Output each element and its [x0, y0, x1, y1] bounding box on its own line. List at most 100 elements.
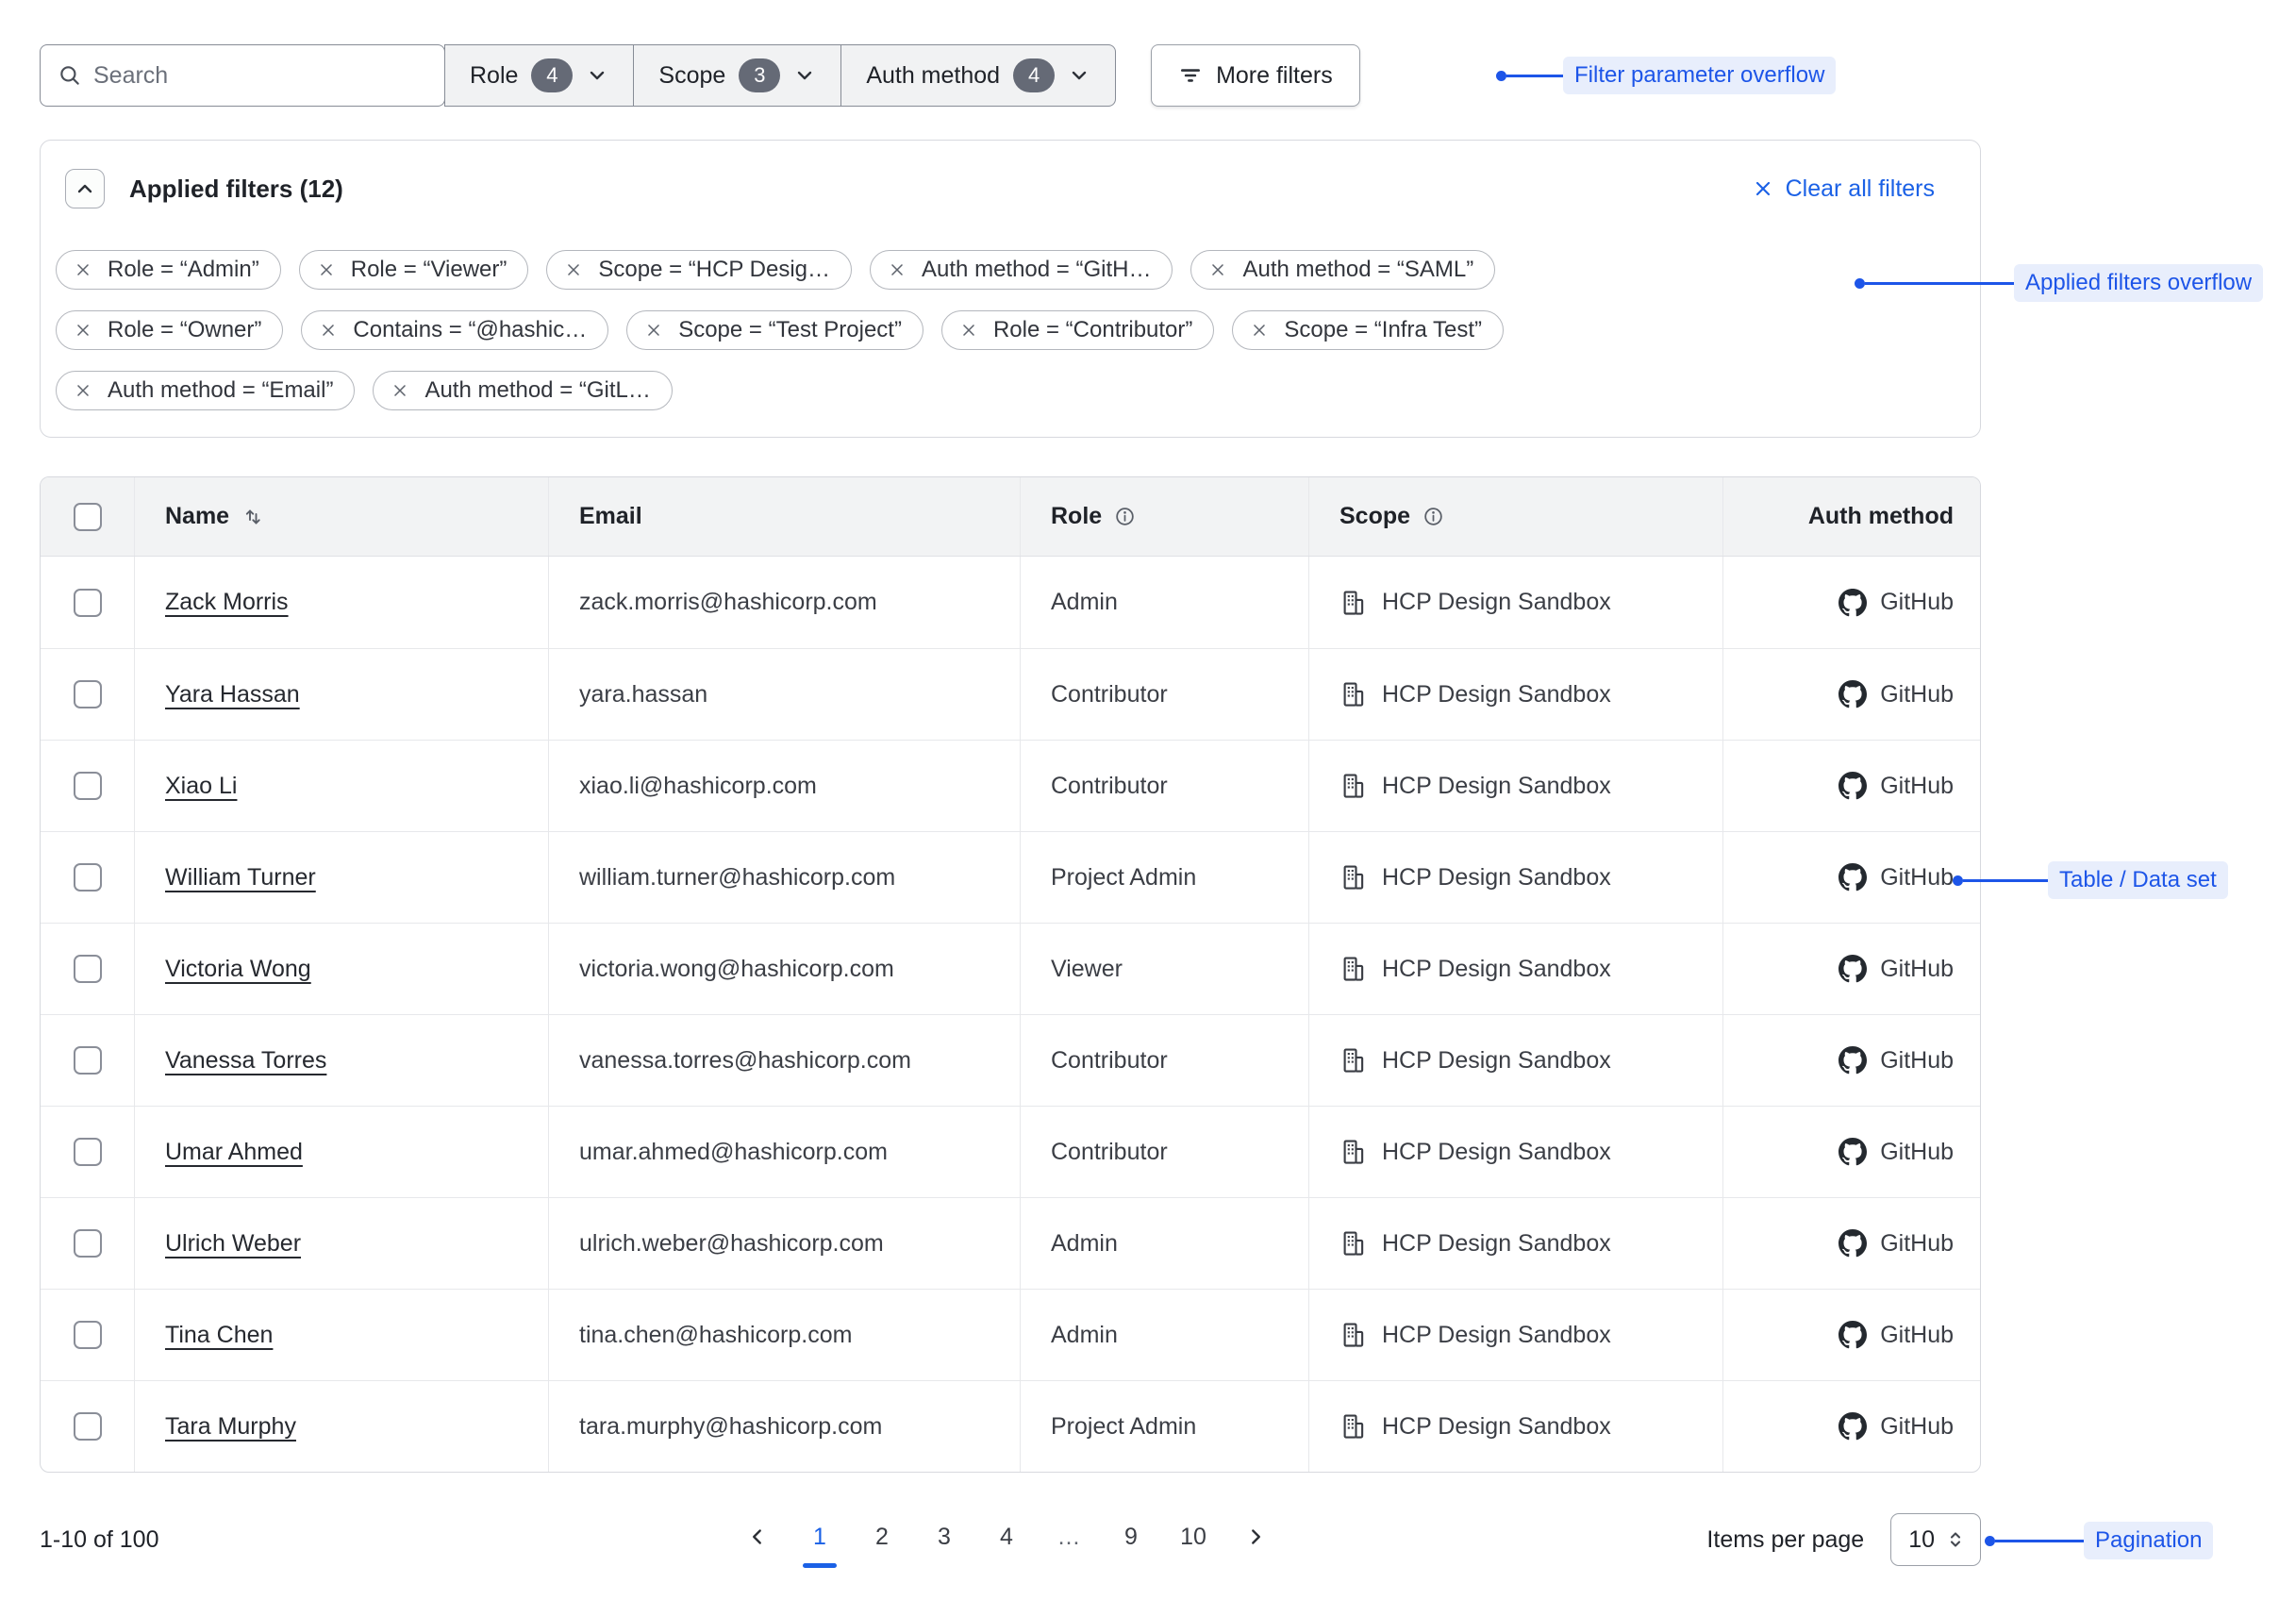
auth-method-cell: GitHub	[1722, 741, 1981, 831]
applied-filter-chip[interactable]: Contains = “@hashic…	[301, 310, 608, 350]
search-input[interactable]	[93, 62, 427, 90]
user-name-link[interactable]: Umar Ahmed	[165, 1139, 303, 1166]
row-select-cell	[41, 557, 134, 648]
row-checkbox[interactable]	[74, 589, 102, 617]
applied-filter-chip[interactable]: Auth method = “GitH…	[870, 250, 1173, 290]
chevron-down-icon	[586, 64, 608, 87]
user-name-link[interactable]: Victoria Wong	[165, 956, 311, 983]
select-all-cell	[41, 477, 134, 556]
email-cell: yara.hassan	[548, 649, 1020, 740]
remove-filter-icon[interactable]	[74, 260, 92, 279]
remove-filter-icon[interactable]	[1250, 321, 1269, 340]
page-number-button[interactable]: 10	[1173, 1515, 1213, 1558]
more-filters-label: More filters	[1216, 62, 1333, 90]
row-checkbox[interactable]	[74, 680, 102, 708]
user-name-link[interactable]: William Turner	[165, 864, 316, 892]
next-page-button[interactable]	[1236, 1515, 1275, 1558]
page-number-button[interactable]: 4	[987, 1515, 1026, 1558]
organization-icon	[1339, 1229, 1368, 1258]
remove-filter-icon[interactable]	[391, 381, 409, 400]
organization-icon	[1339, 680, 1368, 708]
items-per-page: Items per page 10	[1706, 1513, 1981, 1566]
applied-filter-chip[interactable]: Scope = “Infra Test”	[1232, 310, 1504, 350]
applied-filter-chip[interactable]: Role = “Contributor”	[941, 310, 1214, 350]
applied-filter-chip[interactable]: Scope = “Test Project”	[626, 310, 923, 350]
role-cell: Viewer	[1020, 924, 1308, 1014]
applied-filter-chip[interactable]: Role = “Owner”	[56, 310, 283, 350]
select-all-checkbox[interactable]	[74, 503, 102, 531]
row-select-cell	[41, 649, 134, 740]
search-box[interactable]	[40, 44, 445, 107]
column-header-auth-method: Auth method	[1722, 477, 1981, 556]
more-filters-button[interactable]: More filters	[1151, 44, 1360, 107]
remove-filter-icon[interactable]	[319, 321, 338, 340]
remove-filter-icon[interactable]	[74, 321, 92, 340]
user-name-link[interactable]: Tina Chen	[165, 1322, 273, 1349]
row-checkbox[interactable]	[74, 1321, 102, 1349]
row-select-cell	[41, 924, 134, 1014]
previous-page-button[interactable]	[738, 1515, 777, 1558]
email-cell: xiao.li@hashicorp.com	[548, 741, 1020, 831]
page-number-button[interactable]: 9	[1111, 1515, 1151, 1558]
remove-filter-icon[interactable]	[888, 260, 907, 279]
annotation-dot	[1985, 1536, 1995, 1546]
row-checkbox[interactable]	[74, 1412, 102, 1441]
user-name-link[interactable]: Vanessa Torres	[165, 1047, 326, 1075]
items-per-page-label: Items per page	[1706, 1526, 1864, 1554]
collapse-filters-button[interactable]	[65, 169, 105, 208]
email-cell: umar.ahmed@hashicorp.com	[548, 1107, 1020, 1197]
remove-filter-icon[interactable]	[644, 321, 663, 340]
user-name-link[interactable]: Xiao Li	[165, 773, 237, 800]
page-number-button[interactable]: 3	[924, 1515, 964, 1558]
remove-filter-icon[interactable]	[959, 321, 978, 340]
items-per-page-value: 10	[1908, 1526, 1935, 1554]
organization-icon	[1339, 1046, 1368, 1075]
user-name-link[interactable]: Tara Murphy	[165, 1413, 296, 1441]
annotation-table-dataset: Table / Data set	[1953, 861, 2228, 899]
auth-method-cell: GitHub	[1722, 1015, 1981, 1106]
auth-method-cell: GitHub	[1722, 832, 1981, 923]
page-number-button[interactable]: 2	[862, 1515, 902, 1558]
items-per-page-select[interactable]: 10	[1890, 1513, 1981, 1566]
row-checkbox[interactable]	[74, 1046, 102, 1075]
remove-filter-icon[interactable]	[1208, 260, 1227, 279]
remove-filter-icon[interactable]	[317, 260, 336, 279]
column-header-name[interactable]: Name	[134, 477, 548, 556]
github-icon	[1838, 772, 1867, 800]
github-icon	[1838, 1046, 1867, 1075]
annotation-pagination: Pagination	[1985, 1522, 2213, 1559]
name-cell: Victoria Wong	[134, 924, 548, 1014]
filter-dropdown-button[interactable]: Role 4	[445, 45, 633, 106]
user-name-link[interactable]: Ulrich Weber	[165, 1230, 301, 1258]
name-cell: Tina Chen	[134, 1290, 548, 1380]
filter-dropdown-button[interactable]: Auth method 4	[840, 45, 1115, 106]
table-row: Umar Ahmed umar.ahmed@hashicorp.com Cont…	[41, 1106, 1980, 1197]
applied-filter-chip[interactable]: Auth method = “GitL…	[373, 371, 672, 410]
applied-filter-chip[interactable]: Role = “Viewer”	[299, 250, 529, 290]
sort-icon[interactable]	[241, 505, 265, 529]
row-checkbox[interactable]	[74, 1138, 102, 1166]
applied-filter-chip[interactable]: Scope = “HCP Desig…	[546, 250, 852, 290]
name-cell: Umar Ahmed	[134, 1107, 548, 1197]
user-name-link[interactable]: Zack Morris	[165, 589, 289, 616]
row-checkbox[interactable]	[74, 772, 102, 800]
annotation-line	[1506, 75, 1563, 77]
info-icon[interactable]	[1422, 505, 1445, 528]
role-cell: Admin	[1020, 557, 1308, 648]
info-icon[interactable]	[1113, 505, 1137, 528]
page-number-button[interactable]: 1	[800, 1515, 840, 1558]
row-checkbox[interactable]	[74, 955, 102, 983]
applied-filter-chip[interactable]: Role = “Admin”	[56, 250, 281, 290]
applied-filter-chip[interactable]: Auth method = “Email”	[56, 371, 355, 410]
filter-dropdown-button[interactable]: Scope 3	[633, 45, 840, 106]
user-name-link[interactable]: Yara Hassan	[165, 681, 300, 708]
applied-filter-chip[interactable]: Auth method = “SAML”	[1190, 250, 1495, 290]
remove-filter-icon[interactable]	[564, 260, 583, 279]
row-checkbox[interactable]	[74, 1229, 102, 1258]
organization-icon	[1339, 955, 1368, 983]
remove-filter-icon[interactable]	[74, 381, 92, 400]
table-body: Zack Morris zack.morris@hashicorp.com Ad…	[41, 557, 1980, 1472]
clear-all-filters-link[interactable]: Clear all filters	[1752, 175, 1935, 203]
row-checkbox[interactable]	[74, 863, 102, 892]
role-cell: Admin	[1020, 1198, 1308, 1289]
